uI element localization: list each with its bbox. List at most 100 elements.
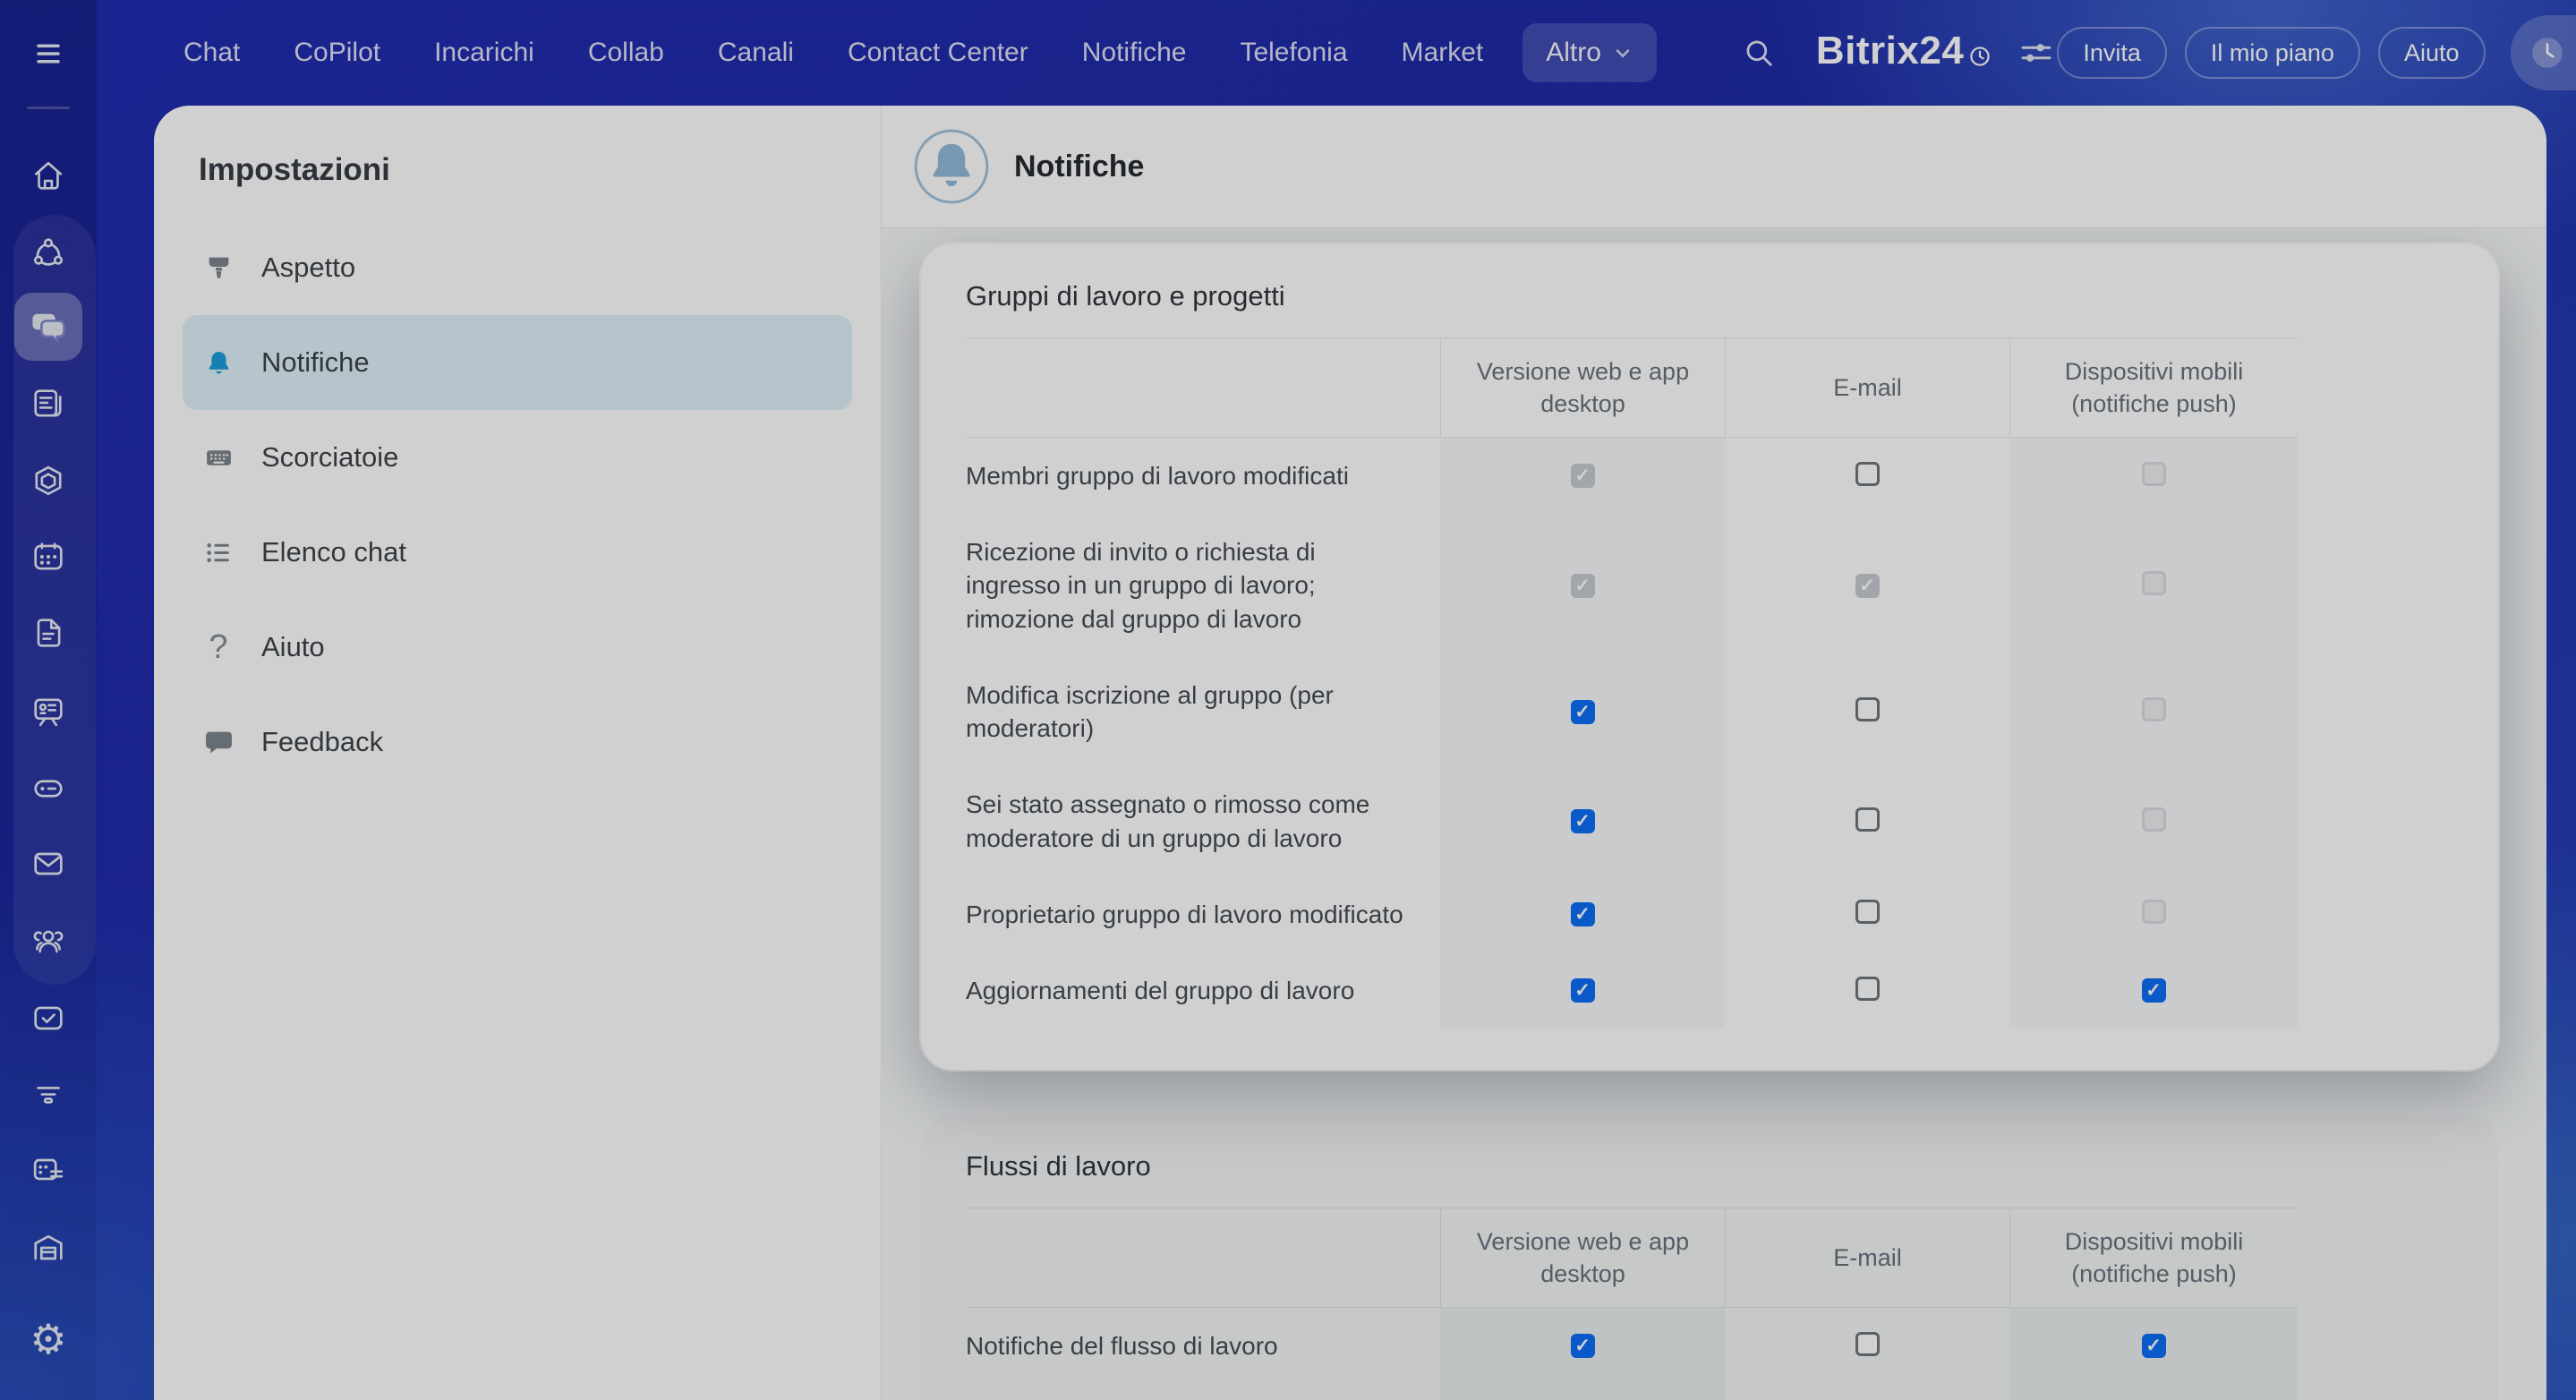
checkbox-push[interactable] (2141, 978, 2166, 1003)
checkbox-web[interactable] (1570, 464, 1595, 489)
settings-title: Impostazioni (199, 152, 390, 187)
empty-corner-cell (966, 337, 1440, 438)
rail-item[interactable] (14, 1136, 82, 1204)
checkbox-web[interactable] (1570, 573, 1595, 598)
checkbox-push[interactable] (2141, 697, 2166, 722)
checkbox-email[interactable] (1855, 573, 1880, 598)
nav-item[interactable]: Collab (588, 38, 664, 68)
question-icon: ? (209, 627, 228, 666)
rail-item[interactable] (14, 678, 82, 746)
rail-item[interactable] (14, 141, 82, 209)
messenger-icon (29, 307, 68, 346)
checkbox-push[interactable] (2141, 461, 2166, 486)
notification-table: Versione web e app desktop E-mail Dispos… (966, 337, 2298, 1029)
checkbox-push[interactable] (2141, 900, 2166, 925)
rail-item[interactable] (14, 830, 82, 898)
nav-item[interactable]: Market (1402, 38, 1484, 68)
nav-item[interactable]: Canali (718, 38, 794, 68)
settings-menu-label: Aspetto (261, 252, 356, 283)
rail-item[interactable] (14, 755, 82, 823)
settings-menu-item[interactable]: Notifiche (183, 315, 852, 410)
checkbox-push[interactable] (2141, 571, 2166, 596)
top-bar: Chat CoPilot Incarichi Collab Canali Con… (0, 0, 2576, 106)
empty-corner-cell (966, 1208, 1440, 1309)
rail-item[interactable] (14, 1215, 82, 1283)
row-label: Assegnazione del flusso di lavoro delega… (966, 1385, 1440, 1400)
tune-sliders-button[interactable] (2016, 32, 2057, 73)
column-header-web: Versione web e app desktop (1440, 337, 1725, 438)
topbar-action-button[interactable]: Aiuto (2377, 27, 2486, 79)
settings-menu-item[interactable]: Scorciatoie (183, 410, 852, 505)
checkbox-email[interactable] (1855, 976, 1880, 1001)
more-menu-button[interactable]: Altro (1523, 23, 1657, 82)
chevron-down-icon (1612, 42, 1633, 64)
checkbox-push[interactable] (2141, 1334, 2166, 1359)
settings-menu-item[interactable]: Elenco chat (183, 505, 852, 600)
settings-menu-item[interactable]: ? Aiuto (183, 600, 852, 695)
checkbox-web[interactable] (1570, 901, 1595, 926)
page-title: Notifiche (1014, 149, 1145, 184)
nav-item[interactable]: Telefonia (1240, 38, 1347, 68)
nav-item[interactable]: Contact Center (848, 38, 1028, 68)
list-icon (199, 538, 238, 568)
checkbox-email[interactable] (1855, 807, 1880, 832)
search-button[interactable] (1739, 33, 1778, 73)
documents-icon (29, 613, 68, 653)
rail-item[interactable] (14, 985, 82, 1053)
brush-icon (199, 253, 238, 283)
notification-row: Membri gruppo di lavoro modificati (966, 438, 2298, 515)
checkbox-push[interactable] (2141, 807, 2166, 832)
rail-item[interactable] (14, 293, 82, 361)
rail-item[interactable] (14, 599, 82, 667)
settings-menu-item[interactable]: Aspetto (183, 220, 852, 315)
section-card-workgroups: Gruppi di lavoro e progetti Versione web… (921, 244, 2498, 1071)
mail-icon (29, 844, 68, 884)
rail-item[interactable] (14, 448, 82, 516)
comment-icon (199, 728, 238, 757)
people-icon (29, 922, 68, 961)
topbar-action-button[interactable]: Invita (2057, 27, 2167, 79)
notification-row: Proprietario gruppo di lavoro modificato (966, 875, 2298, 953)
column-header-email: E-mail (1725, 1208, 2009, 1309)
checkbox-email[interactable] (1855, 900, 1880, 925)
settings-menu-label: Scorciatoie (261, 441, 399, 473)
table-header-row: Versione web e app desktop E-mail Dispos… (966, 1208, 2298, 1309)
settings-sidebar: Impostazioni Aspetto Notifiche Scorciato… (154, 106, 882, 1400)
left-rail: ⚙ (0, 0, 97, 1400)
brand-clock-icon (1969, 32, 1991, 77)
rail-item[interactable] (14, 219, 82, 287)
planner-icon (29, 1150, 68, 1190)
notification-row: Aggiornamenti del gruppo di lavoro (966, 952, 2298, 1029)
checkbox-web[interactable] (1570, 1334, 1595, 1359)
rail-item[interactable]: ⚙ (14, 1305, 82, 1373)
rail-item[interactable] (14, 370, 82, 438)
checkbox-web[interactable] (1570, 809, 1595, 834)
checkbox-email[interactable] (1855, 697, 1880, 722)
checkbox-email[interactable] (1855, 1331, 1880, 1356)
rail-item[interactable] (14, 1060, 82, 1128)
column-header-push: Dispositivi mobili (notifiche push) (2009, 1208, 2298, 1309)
topbar-action-button[interactable]: Il mio piano (2184, 27, 2360, 79)
notification-row: Notifiche del flusso di lavoro (966, 1308, 2298, 1385)
rail-item[interactable] (14, 523, 82, 591)
search-icon (1739, 33, 1778, 73)
nav-item[interactable]: Incarichi (434, 38, 534, 68)
bell-circle-icon (914, 129, 989, 204)
settings-icon: ⚙ (30, 1316, 67, 1362)
profile-time-widget[interactable]: 16:49 (2510, 15, 2576, 90)
checkbox-web[interactable] (1570, 699, 1595, 724)
notification-row: Modifica iscrizione al gruppo (per moder… (966, 656, 2298, 767)
rail-item[interactable] (14, 20, 82, 109)
checkbox-email[interactable] (1855, 461, 1880, 486)
settings-menu-item[interactable]: Feedback (183, 695, 852, 790)
menu-icon (29, 34, 68, 73)
drive-icon (29, 769, 68, 808)
nav-item[interactable]: CoPilot (294, 38, 380, 68)
nav-item[interactable]: Notifiche (1082, 38, 1187, 68)
bell-icon (199, 348, 238, 378)
rail-item[interactable] (14, 908, 82, 976)
settings-menu-label: Feedback (261, 726, 384, 757)
checkbox-web[interactable] (1570, 978, 1595, 1003)
brand-text: Bitrix24 (1815, 29, 1965, 73)
nav-item[interactable]: Chat (183, 38, 240, 68)
